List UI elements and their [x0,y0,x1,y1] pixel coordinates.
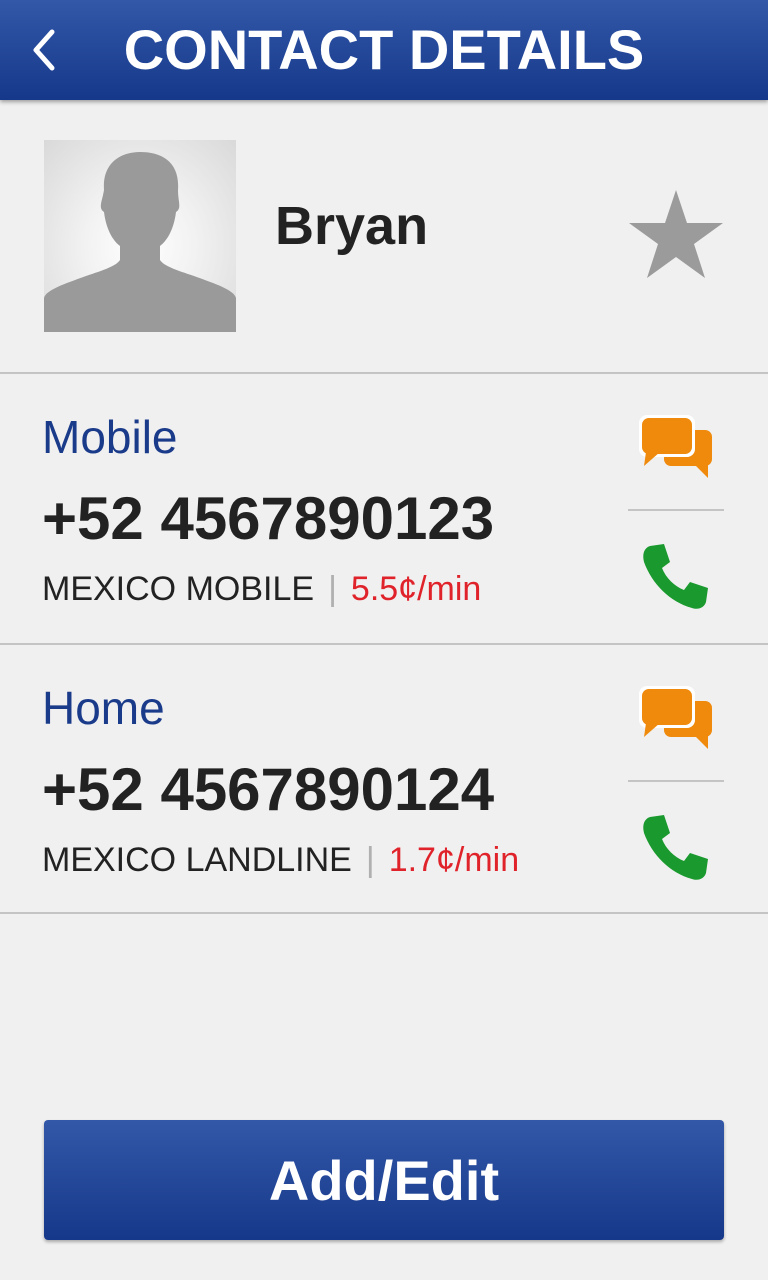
page-title: CONTACT DETAILS [123,18,645,81]
add-edit-button[interactable]: Add/Edit [44,1120,724,1240]
star-icon [629,190,723,278]
phone-entry-home: Home +52 4567890124 MEXICO LANDLINE | 1.7¢… [0,645,768,915]
divider [0,912,768,914]
phone-number[interactable]: +52 4567890123 [42,484,494,553]
contact-profile: Bryan [0,100,768,373]
message-button[interactable] [636,412,716,482]
action-divider [628,509,724,511]
action-divider [628,780,724,782]
phone-type-label: Home [42,682,165,734]
meta-separator: | [328,570,337,608]
line-type: MEXICO MOBILE [42,570,315,608]
phone-handset-icon [643,815,708,880]
call-rate: 1.7¢/min [388,841,520,879]
phone-number[interactable]: +52 4567890124 [42,755,494,824]
line-type: MEXICO LANDLINE [42,841,352,879]
phone-meta: MEXICO LANDLINE | 1.7¢/min [42,841,519,880]
app-header: CONTACT DETAILS [0,0,768,100]
meta-separator: | [365,841,375,879]
contact-name: Bryan [275,196,429,256]
message-button[interactable] [636,683,716,753]
call-button[interactable] [640,540,712,612]
person-silhouette-icon [44,152,236,332]
phone-handset-icon [643,544,708,609]
chat-bubbles-icon [639,686,712,749]
call-button[interactable] [640,811,712,883]
phone-type-label: Mobile [42,411,178,463]
chat-bubbles-icon [639,415,712,478]
phone-entry-mobile: Mobile +52 4567890123 MEXICO MOBILE | 5.5¢… [0,374,768,644]
favorite-button[interactable] [626,188,726,284]
phone-meta: MEXICO MOBILE | 5.5¢/min [42,570,481,609]
avatar[interactable] [44,140,236,332]
call-rate: 5.5¢/min [350,570,482,608]
